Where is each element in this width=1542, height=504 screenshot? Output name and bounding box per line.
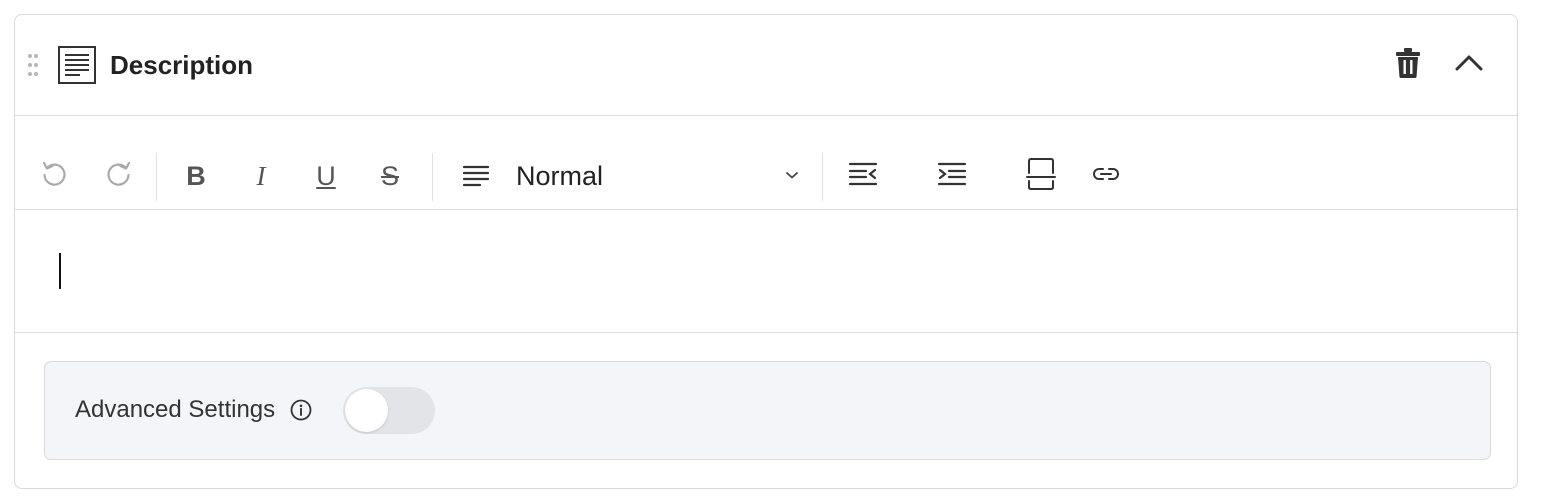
toggle-knob — [345, 389, 388, 432]
underline-button[interactable]: U — [311, 159, 341, 193]
document-lines-icon — [58, 46, 96, 84]
block-header: Description — [15, 15, 1517, 116]
indent-button[interactable] — [937, 159, 967, 193]
insert-link-button[interactable] — [1091, 159, 1121, 193]
chevron-up-icon — [1455, 54, 1483, 77]
delete-block-button[interactable] — [1388, 45, 1428, 85]
link-icon — [1091, 165, 1121, 188]
text-caret — [59, 253, 61, 289]
strikethrough-button[interactable]: S — [375, 159, 405, 193]
toolbar-separator — [432, 153, 433, 201]
undo-icon — [40, 160, 68, 193]
paragraph-format-icon — [461, 159, 491, 193]
info-icon[interactable] — [290, 399, 312, 421]
toolbar-separator — [822, 153, 823, 201]
description-editor[interactable] — [15, 210, 1517, 333]
block-title: Description — [110, 50, 254, 80]
redo-icon — [105, 160, 133, 193]
page-break-button[interactable] — [1026, 157, 1056, 196]
format-select-value[interactable]: Normal — [516, 159, 603, 193]
outdent-icon — [848, 161, 878, 192]
bold-icon: B — [186, 161, 206, 191]
underline-icon: U — [316, 161, 336, 191]
advanced-settings-label: Advanced Settings — [75, 396, 276, 423]
chevron-down-icon — [785, 167, 799, 185]
indent-icon — [937, 161, 967, 192]
trash-icon — [1395, 47, 1421, 84]
italic-button[interactable]: I — [246, 159, 276, 193]
description-block: Description B I U S Normal Advanced Sett… — [14, 14, 1518, 489]
undo-button[interactable] — [39, 159, 69, 193]
drag-handle-icon[interactable] — [27, 53, 39, 77]
redo-button[interactable] — [104, 159, 134, 193]
advanced-settings-panel: Advanced Settings — [44, 361, 1491, 460]
italic-icon: I — [256, 161, 266, 191]
strikethrough-icon: S — [380, 161, 399, 191]
outdent-button[interactable] — [848, 159, 878, 193]
bold-button[interactable]: B — [181, 159, 211, 193]
advanced-settings-toggle[interactable] — [343, 387, 435, 434]
rich-text-toolbar: B I U S Normal — [15, 115, 1517, 210]
collapse-block-button[interactable] — [1449, 45, 1489, 85]
toolbar-separator — [156, 153, 157, 201]
format-select-dropdown[interactable] — [783, 159, 801, 193]
page-break-icon — [1026, 157, 1056, 196]
